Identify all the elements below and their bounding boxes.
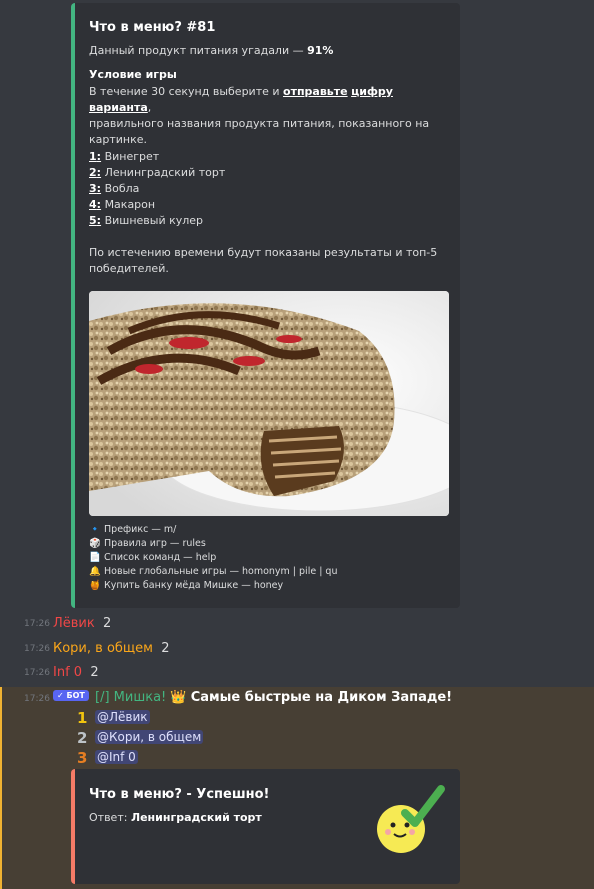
cond-part-2: , — [147, 101, 152, 114]
chat-message: 17:26 Кори, в общем 2 — [0, 638, 594, 662]
results-note: По истечению времени будут показаны резу… — [89, 245, 439, 277]
chat-message: 17:26 Лёвик 2 — [0, 613, 594, 637]
mention[interactable]: @Кори, в общем — [95, 730, 204, 744]
footer-line-games: 🔔 Новые глобальные игры — homonym | pile… — [89, 565, 337, 579]
cake-illustration — [89, 291, 449, 516]
message-line: Лёвик 2 — [53, 616, 111, 631]
footer-text: Новые глобальные игры — homonym | pile |… — [104, 566, 338, 577]
bot-headline: Самые быстрые на Диком Западе! — [190, 690, 453, 705]
message-text: 2 — [103, 616, 112, 631]
cond-send: отправьте — [283, 85, 348, 98]
option-4: 4: Макарон — [89, 198, 156, 211]
dice-icon: 🎲 — [89, 538, 101, 549]
cond-digit: цифру — [351, 85, 393, 98]
username[interactable]: Лёвик — [53, 616, 95, 631]
quiz-embed: Что в меню? #81 Данный продукт питания у… — [71, 3, 460, 608]
bell-icon: 🔔 — [89, 566, 101, 577]
option-text: Вишневый кулер — [104, 214, 204, 227]
result-title: Что в меню? - Успешно! — [89, 787, 270, 802]
guessed-text: Данный продукт питания угадали — — [89, 44, 308, 57]
guessed-percent: 91% — [307, 44, 334, 57]
smiley-check-icon — [377, 785, 445, 853]
page-icon: 📄 — [89, 552, 101, 563]
condition-text: В течение 30 секунд выберите и отправьте… — [89, 84, 439, 148]
option-num: 3 — [89, 182, 97, 195]
honey-pot-icon: 🍯 — [89, 580, 101, 591]
bot-badge: ✓ БОТ — [53, 690, 89, 701]
cond-part-4: картинке. — [89, 133, 148, 146]
option-num: 4 — [89, 198, 97, 211]
mention[interactable]: @Inf 0 — [95, 750, 138, 764]
timestamp: 17:26 — [24, 668, 50, 678]
option-1: 1: Винегрет — [89, 150, 160, 163]
timestamp: 17:26 — [24, 619, 50, 629]
message-text: 2 — [90, 665, 99, 680]
answer-label: Ответ: — [89, 811, 131, 824]
condition-title: Условие игры — [89, 68, 177, 81]
quiz-title: Что в меню? #81 — [89, 20, 216, 35]
timestamp: 17:26 — [24, 694, 50, 704]
message-line: Inf 0 2 — [53, 665, 99, 680]
option-num: 5 — [89, 214, 97, 227]
footer-line-rules: 🎲 Правила игр — rules — [89, 537, 337, 551]
mention[interactable]: @Лёвик — [95, 710, 150, 724]
chat-message: 17:26 Inf 0 2 — [0, 662, 594, 686]
option-text: Вобла — [104, 182, 140, 195]
results-line-2: победителей. — [89, 262, 169, 275]
guessed-line: Данный продукт питания угадали — 91% — [89, 43, 439, 59]
footer-text: Купить банку мёда Мишке — honey — [104, 580, 284, 591]
blue-diamond-icon: 🔹 — [89, 524, 101, 535]
winners-list: 1 @Лёвик 2 @Кори, в общем 3 @Inf 0 — [2, 709, 302, 769]
message-line: Кори, в общем 2 — [53, 641, 170, 656]
first-place-icon: 1 — [77, 709, 88, 727]
option-text: Винегрет — [104, 150, 160, 163]
option-2: 2: Ленинградский торт — [89, 166, 226, 179]
embed-footer: 🔹 Префикс — m/ 🎲 Правила игр — rules 📄 С… — [89, 523, 337, 593]
second-place-icon: 2 — [77, 729, 88, 747]
footer-text: Префикс — m/ — [104, 524, 177, 535]
options-list: 1: Винегрет 2: Ленинградский торт 3: Воб… — [89, 149, 439, 229]
cond-part-1: В течение 30 секунд выберите и — [89, 85, 284, 98]
option-3: 3: Вобла — [89, 182, 140, 195]
footer-line-honey: 🍯 Купить банку мёда Мишке — honey — [89, 579, 337, 593]
footer-text: Список команд — help — [104, 552, 217, 563]
option-num: 1 — [89, 150, 97, 163]
footer-line-help: 📄 Список команд — help — [89, 551, 337, 565]
results-line-1: По истечению времени будут показаны резу… — [89, 246, 438, 259]
bot-username[interactable]: [/] Мишка! — [95, 690, 166, 705]
answer-value: Ленинградский торт — [130, 811, 262, 824]
crown-icon: 👑 — [170, 690, 187, 705]
footer-text: Правила игр — rules — [104, 538, 206, 549]
option-num: 2 — [89, 166, 97, 179]
option-text: Ленинградский торт — [104, 166, 226, 179]
cond-part-3: правильного названия продукта питания, п… — [89, 117, 430, 130]
message-text: 2 — [161, 641, 170, 656]
option-text: Макарон — [104, 198, 156, 211]
footer-line-prefix: 🔹 Префикс — m/ — [89, 523, 337, 537]
bot-header: [/] Мишка! 👑 Самые быстрые на Диком Запа… — [95, 690, 452, 705]
cake-photo[interactable] — [89, 291, 449, 516]
username[interactable]: Кори, в общем — [53, 641, 153, 656]
result-embed: Что в меню? - Успешно! Ответ: Ленинградс… — [71, 769, 460, 884]
third-place-icon: 3 — [77, 749, 88, 767]
username[interactable]: Inf 0 — [53, 665, 82, 680]
cond-variant: варианта — [89, 101, 148, 114]
timestamp: 17:26 — [24, 644, 50, 654]
option-5: 5: Вишневый кулер — [89, 214, 204, 227]
